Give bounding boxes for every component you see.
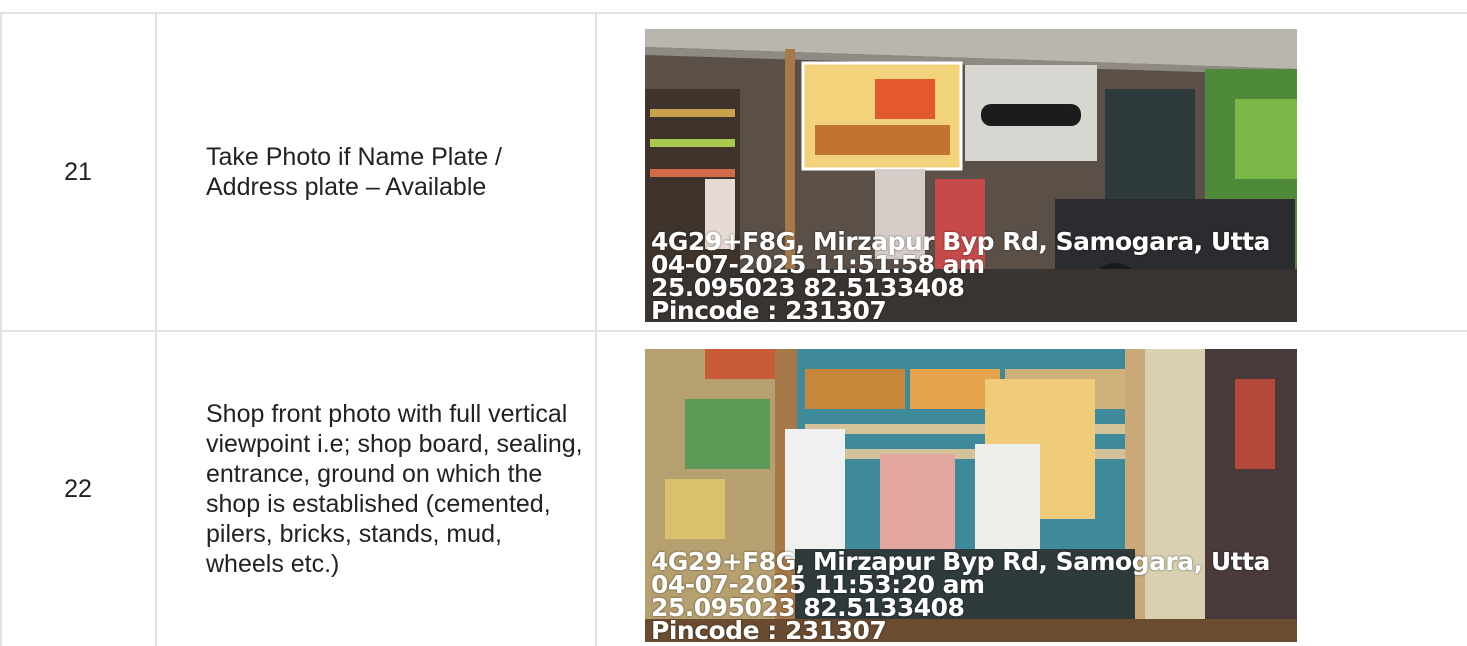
- row-description: Take Photo if Name Plate / Address plate…: [206, 143, 502, 201]
- geotag-pincode: Pincode : 231307: [651, 616, 887, 642]
- photo-geotag: 4G29+F8G, Mirzapur Byp Rd, Samogara, Utt…: [651, 549, 1297, 642]
- shop-photo: 4G29+F8G, Mirzapur Byp Rd, Samogara, Utt…: [645, 349, 1297, 642]
- row-description: Shop front photo with full vertical view…: [206, 400, 583, 578]
- row-number: 22: [64, 474, 92, 503]
- shop-photo: 4G29+F8G, Mirzapur Byp Rd, Samogara, Utt…: [645, 29, 1297, 322]
- photo-geotag: 4G29+F8G, Mirzapur Byp Rd, Samogara, Utt…: [651, 229, 1297, 322]
- row-number: 21: [64, 157, 92, 186]
- checklist-table: 21 Take Photo if Name Plate / Address pl…: [0, 12, 1467, 646]
- geotag-pincode: Pincode : 231307: [651, 296, 887, 322]
- table-row: 21 Take Photo if Name Plate / Address pl…: [0, 14, 1467, 330]
- table-row: 22 Shop front photo with full vertical v…: [0, 332, 1467, 646]
